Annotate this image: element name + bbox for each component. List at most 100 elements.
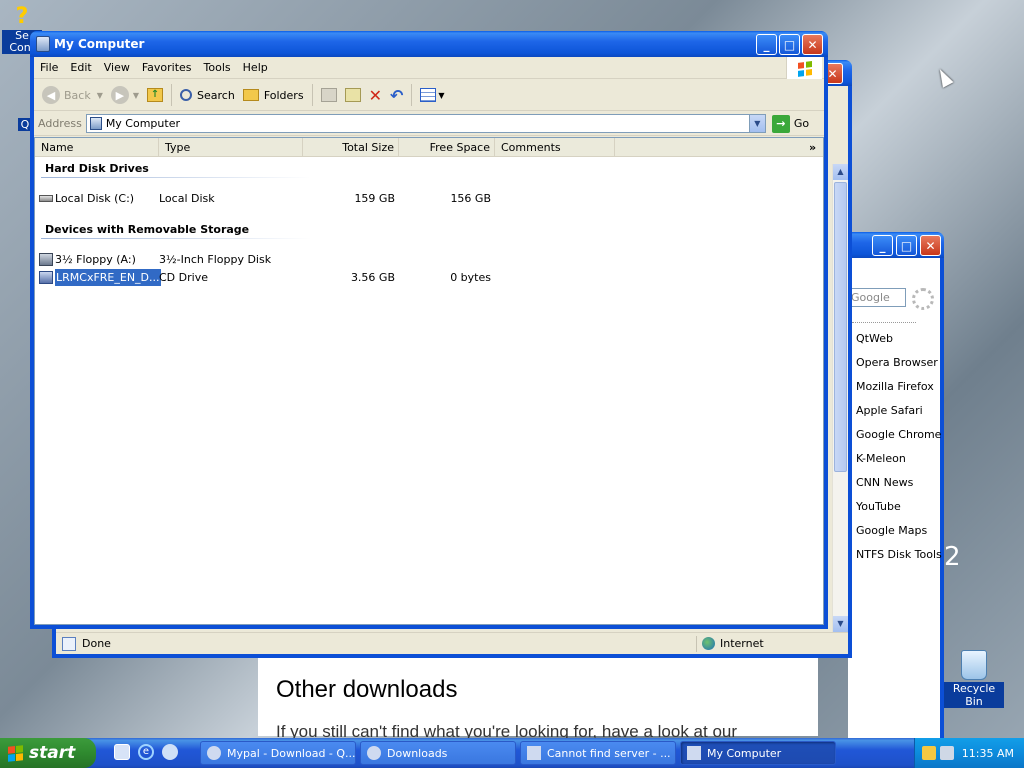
webpage-fragment: Other downloads If you still can't find … [258,656,818,741]
back-label: Back [64,88,91,102]
side-link[interactable]: Google Maps [856,524,927,537]
delete-button[interactable]: ✕ [365,83,386,107]
maximize-button[interactable]: □ [779,34,800,55]
side-link[interactable]: Apple Safari [856,404,923,417]
menu-view[interactable]: View [98,61,136,74]
back-button[interactable]: ◀ Back ▼ [38,83,107,107]
forward-button[interactable]: ▶ ▼ [107,83,143,107]
side-link[interactable]: QtWeb [856,332,893,345]
computer-icon [89,117,102,130]
taskbar-button-active[interactable]: My Computer [680,741,836,765]
folders-button[interactable]: Folders [239,83,308,107]
start-button[interactable]: start [0,738,96,768]
copy-to-button[interactable] [341,83,365,107]
group-divider [41,238,311,239]
item-name: Local Disk (C:) [55,192,135,205]
side-browser-window[interactable]: _ □ ✕ Google QtWeb Opera Browser Mozilla… [848,232,944,742]
network-icon[interactable] [921,746,936,760]
menu-edit[interactable]: Edit [64,61,97,74]
side-link[interactable]: Google Chrome [856,428,941,441]
address-dropdown-icon[interactable]: ▼ [748,115,765,132]
search-input[interactable]: Google [848,288,906,307]
views-button[interactable]: ▼ [416,83,448,107]
taskbar-button[interactable]: Cannot find server - ... [520,741,676,765]
browser-icon[interactable] [162,744,178,760]
minimize-button[interactable]: _ [872,235,893,256]
item-name: 3½ Floppy (A:) [55,253,136,266]
copy-to-icon [344,88,361,102]
hard-disk-icon [39,195,53,202]
webpage-heading: Other downloads [276,676,458,703]
undo-button[interactable]: ↶ [386,83,407,107]
file-list-view[interactable]: Name Type Total Size Free Space Comments… [34,137,824,625]
gear-icon[interactable] [912,288,934,310]
close-button[interactable]: ✕ [802,34,823,55]
windows-flag-icon [8,744,23,762]
column-header-free-space[interactable]: Free Space [399,138,495,157]
menu-favorites[interactable]: Favorites [136,61,198,74]
volume-icon[interactable] [939,746,954,760]
side-window-titlebar[interactable]: _ □ ✕ [848,232,944,258]
side-link[interactable]: Mozilla Firefox [856,380,934,393]
go-button[interactable]: → Go [771,114,810,133]
globe-icon [702,637,715,650]
column-header-name[interactable]: Name [35,138,159,157]
clock[interactable]: 11:35 AM [962,747,1014,760]
address-label: Address [38,117,82,130]
ie-vertical-scrollbar[interactable]: ▲ ▼ [832,164,848,632]
list-item[interactable]: Local Disk (C:) Local Disk 159 GB 156 GB [35,190,505,207]
status-text: Done [82,637,111,650]
column-headers: Name Type Total Size Free Space Comments… [35,138,823,157]
side-link[interactable]: Opera Browser [856,356,938,369]
side-link[interactable]: CNN News [856,476,913,489]
move-to-button[interactable] [317,83,341,107]
item-type: 3½-Inch Floppy Disk [159,253,272,266]
my-computer-window[interactable]: My Computer _ □ ✕ File Edit View Favorit… [30,31,828,629]
item-type: Local Disk [159,192,215,205]
window-titlebar[interactable]: My Computer _ □ ✕ [30,31,828,57]
group-header: Devices with Removable Storage [45,223,250,236]
column-header-comments[interactable]: Comments [495,138,615,157]
help-icon: ? [15,4,29,29]
up-folder-button[interactable]: ↑ [143,83,167,107]
taskbar: start e Mypal - Download - Q... Download… [0,738,1024,768]
internet-explorer-icon[interactable]: e [138,744,154,760]
page-icon [62,636,76,651]
go-label: Go [793,117,810,130]
column-header-total-size[interactable]: Total Size [303,138,399,157]
scroll-thumb[interactable] [834,182,847,472]
column-header-type[interactable]: Type [159,138,303,157]
search-label: Search [197,88,235,102]
page-icon [527,746,541,760]
maximize-button[interactable]: □ [896,235,917,256]
folders-label: Folders [263,88,304,102]
task-label: My Computer [707,746,782,760]
taskbar-button[interactable]: Downloads [360,741,516,765]
search-button[interactable]: Search [176,83,239,107]
group-divider [41,177,311,178]
show-desktop-icon[interactable] [114,744,130,760]
minimize-button[interactable]: _ [756,34,777,55]
item-type: CD Drive [159,271,208,284]
list-item-selected[interactable]: LRMCxFRE_EN_D... CD Drive 3.56 GB 0 byte… [35,269,505,286]
quick-launch: e [114,744,178,762]
side-link[interactable]: K-Meleon [856,452,906,465]
menu-file[interactable]: File [34,61,64,74]
zone-text: Internet [720,637,764,650]
item-total-size: 3.56 GB [350,271,395,284]
list-item[interactable]: 3½ Floppy (A:) 3½-Inch Floppy Disk [35,251,505,268]
address-bar: Address My Computer ▼ → Go [34,112,824,136]
desktop-number: 2 [944,542,961,572]
computer-icon [687,746,701,760]
menu-tools[interactable]: Tools [198,61,237,74]
desktop-icon-recycle-bin[interactable]: Recycle Bin [944,650,1004,708]
side-link[interactable]: NTFS Disk Tools [856,548,942,561]
menu-help[interactable]: Help [237,61,274,74]
close-button[interactable]: ✕ [920,235,941,256]
address-input[interactable]: My Computer ▼ [85,114,766,133]
item-free-space: 156 GB [450,192,491,205]
recycle-bin-icon [961,650,987,680]
taskbar-button[interactable]: Mypal - Download - Q... [200,741,356,765]
side-link[interactable]: YouTube [856,500,901,513]
more-columns-icon[interactable]: » [805,138,823,157]
